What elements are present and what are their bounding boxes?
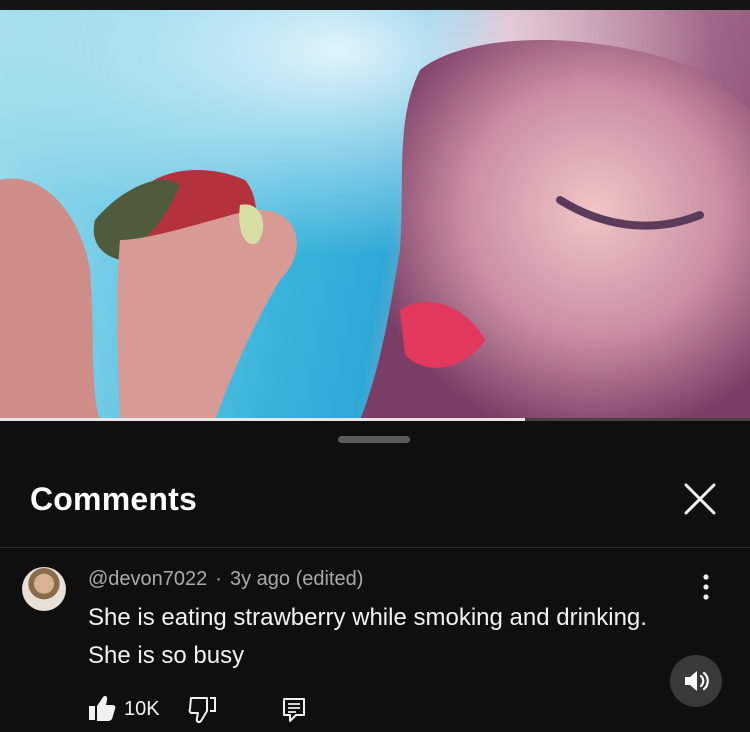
thumb-down-icon bbox=[188, 697, 216, 723]
comment-author[interactable]: @devon7022 bbox=[88, 568, 207, 590]
reply-comment-icon bbox=[283, 698, 305, 722]
header-divider bbox=[0, 547, 750, 548]
close-button[interactable] bbox=[678, 477, 722, 521]
comment-menu-button[interactable] bbox=[692, 571, 720, 603]
thumb-up-icon bbox=[89, 696, 116, 721]
comments-panel: Comments @devon7022 · 3y ago (edited) She … bbox=[0, 421, 750, 732]
drag-handle[interactable] bbox=[338, 436, 410, 443]
more-vertical-icon bbox=[703, 574, 709, 600]
avatar[interactable] bbox=[22, 567, 66, 611]
comment-meta: @devon7022 · 3y ago (edited) bbox=[88, 568, 363, 591]
status-bar bbox=[0, 0, 750, 10]
video-frame-image bbox=[0, 10, 750, 420]
meta-separator: · bbox=[215, 568, 222, 590]
volume-icon bbox=[685, 671, 709, 691]
like-button[interactable] bbox=[88, 693, 116, 723]
reply-button[interactable] bbox=[282, 697, 306, 723]
panel-title: Comments bbox=[30, 481, 197, 517]
close-icon bbox=[684, 483, 716, 515]
video-player[interactable] bbox=[0, 10, 750, 420]
dislike-button[interactable] bbox=[188, 695, 216, 725]
comment-text: She is eating strawberry while smoking a… bbox=[88, 604, 647, 669]
like-count: 10K bbox=[124, 698, 160, 720]
comment-time: 3y ago (edited) bbox=[229, 568, 364, 590]
sound-button[interactable] bbox=[670, 655, 722, 707]
